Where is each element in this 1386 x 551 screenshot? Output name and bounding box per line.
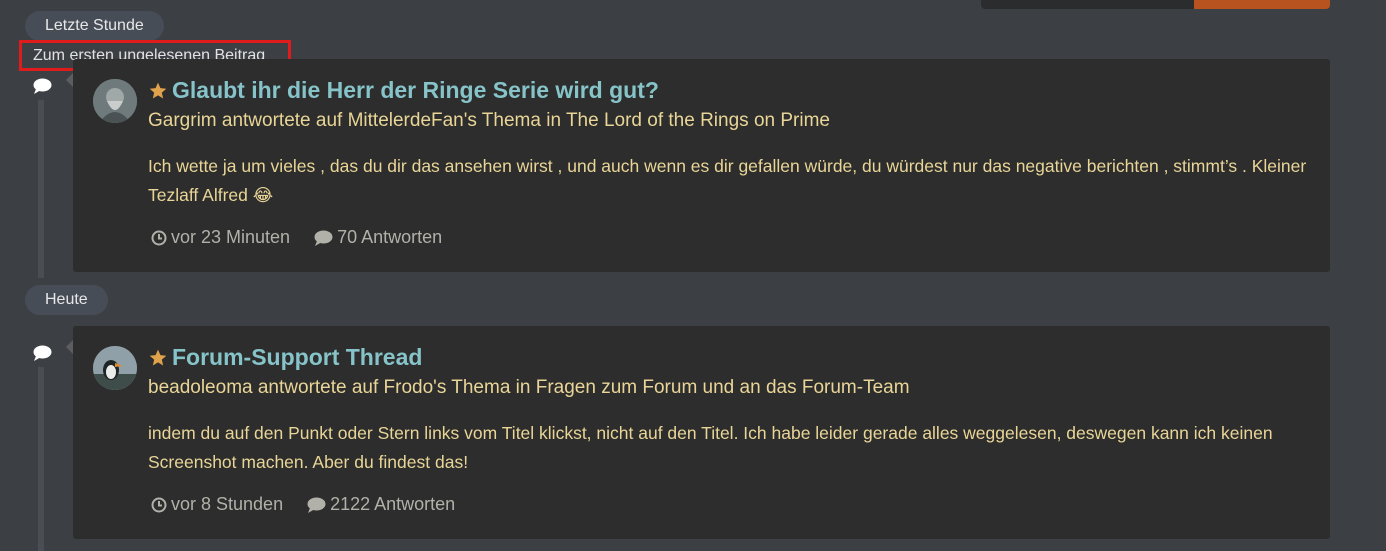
post-time-label: vor 23 Minuten (171, 227, 291, 247)
avatar[interactable] (93, 79, 137, 123)
clock-icon (151, 497, 167, 512)
post-time[interactable]: vor 8 Stunden (151, 494, 283, 515)
card-pointer (66, 340, 73, 354)
activity-card: Forum-Support Thread beadoleoma antworte… (66, 326, 1330, 539)
reply-count-label: 70 Antworten (337, 227, 443, 247)
title-row: Forum-Support Thread (148, 344, 422, 371)
post-excerpt: indem du auf den Punkt oder Stern links … (148, 423, 1273, 472)
comment-icon (307, 497, 326, 513)
thread-title-link[interactable]: Forum-Support Thread (172, 344, 422, 371)
reply-count-label: 2122 Antworten (330, 494, 456, 514)
comment-icon (26, 339, 58, 367)
post-time-label: vor 8 Stunden (171, 494, 284, 514)
activity-subtitle: beadoleoma antwortete auf Frodo's Thema … (148, 377, 910, 398)
post-time[interactable]: vor 23 Minuten (151, 227, 290, 248)
card-pointer (66, 73, 73, 87)
post-excerpt: Ich wette ja um vieles , das du dir das … (148, 156, 1307, 205)
comment-icon (314, 230, 333, 246)
activity-subtitle: Gargrim antwortete auf MittelerdeFan's T… (148, 110, 830, 131)
star-icon[interactable] (148, 348, 168, 368)
timeline-line (38, 366, 44, 551)
timeline-line (38, 98, 44, 278)
top-toolbar-segment[interactable] (981, 0, 1194, 9)
date-separator-last-hour: Letzte Stunde (25, 11, 164, 41)
title-row: Glaubt ihr die Herr der Ringe Serie wird… (148, 77, 659, 104)
clock-icon (151, 230, 167, 245)
post-meta: vor 8 Stunden 2122 Antworten (151, 494, 455, 515)
avatar[interactable] (93, 346, 137, 390)
star-icon[interactable] (148, 81, 168, 101)
activity-card: Glaubt ihr die Herr der Ringe Serie wird… (66, 59, 1330, 272)
post-meta: vor 23 Minuten 70 Antworten (151, 227, 442, 248)
comment-icon (26, 72, 58, 100)
thread-title-link[interactable]: Glaubt ihr die Herr der Ringe Serie wird… (172, 77, 659, 104)
date-separator-today: Heute (25, 285, 108, 315)
reply-count[interactable]: 70 Antworten (314, 227, 442, 248)
top-primary-button[interactable] (1194, 0, 1330, 9)
reply-count[interactable]: 2122 Antworten (307, 494, 455, 515)
